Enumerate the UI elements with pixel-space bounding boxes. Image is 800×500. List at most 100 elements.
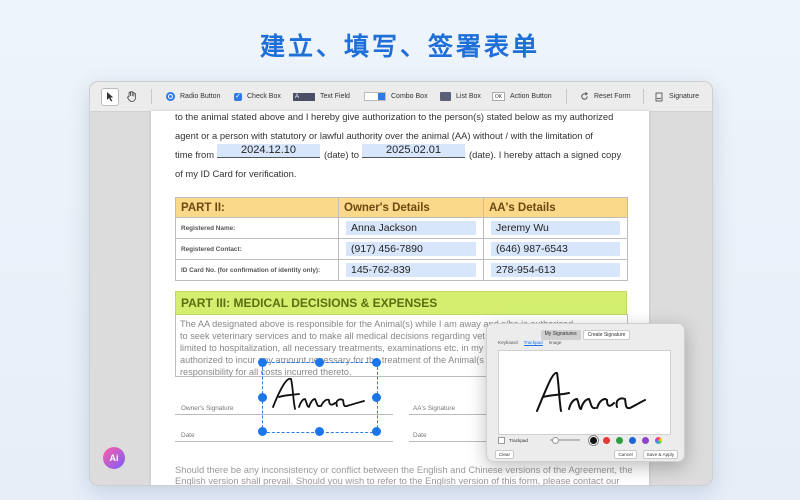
- doc-line: to the animal stated above and I hereby …: [175, 111, 614, 122]
- text-field-label: Text Field: [320, 93, 350, 100]
- row-label: Registered Contact:: [175, 238, 339, 260]
- owner-signature-label: Owner's Signature: [181, 405, 234, 412]
- resize-handle[interactable]: [258, 358, 267, 367]
- signature-options: Trackpad: [498, 434, 674, 446]
- list-box-tool[interactable]: List Box: [440, 82, 481, 111]
- date-from-field[interactable]: 2024.12.10: [217, 144, 320, 158]
- table-cell: Anna Jackson: [338, 217, 484, 239]
- reset-form-button[interactable]: Reset Form: [580, 82, 631, 111]
- stroke-width-slider[interactable]: [549, 437, 580, 444]
- radio-button-tool[interactable]: Radio Button: [166, 82, 220, 111]
- resize-handle[interactable]: [315, 427, 324, 436]
- date-line: [175, 441, 393, 442]
- text-field-tool[interactable]: A Text Field: [293, 82, 350, 111]
- placed-signature[interactable]: [269, 373, 369, 419]
- confirm-buttons: Cancel Save & Apply: [614, 450, 678, 459]
- mode-trackpad[interactable]: Trackpad: [523, 340, 543, 346]
- tab-create-signature[interactable]: Create Signature: [582, 330, 631, 340]
- ai-assistant-button[interactable]: Ai: [103, 447, 125, 469]
- aa-signature-label: AA's Signature: [413, 405, 456, 412]
- signature-canvas[interactable]: [498, 350, 671, 435]
- hand-icon: [127, 91, 136, 102]
- cancel-button[interactable]: Cancel: [614, 450, 637, 459]
- table-cell: 145-762-839: [338, 259, 484, 281]
- row-label: Registered Name:: [175, 217, 339, 239]
- resize-handle[interactable]: [372, 427, 381, 436]
- doc-line-mid: (date) to: [324, 149, 359, 160]
- color-picker-icon[interactable]: [654, 436, 662, 444]
- table-cell: (917) 456-7890: [338, 238, 484, 260]
- list-box-icon: [440, 92, 451, 101]
- resize-handle[interactable]: [258, 393, 267, 402]
- signature-panel-actions: Clear Cancel Save & Apply: [495, 450, 678, 459]
- mode-image[interactable]: Image: [549, 340, 562, 346]
- date-label: Date: [413, 432, 427, 439]
- table-cell: 278-954-613: [483, 259, 628, 281]
- pointer-icon: [106, 91, 113, 101]
- details-table: PART II: Owner's Details AA's Details Re…: [175, 197, 628, 281]
- drawn-signature: [536, 371, 646, 412]
- color-swatch-blue[interactable]: [628, 436, 636, 444]
- resize-handle[interactable]: [258, 427, 267, 436]
- combo-box-tool[interactable]: Combo Box: [364, 82, 428, 111]
- hand-tool-button[interactable]: [124, 89, 140, 105]
- signature-panel-tabs: My Signatures Create Signature: [487, 330, 684, 340]
- footer-line: English version shall prevail. Should yo…: [175, 475, 620, 485]
- table-header-row: PART II: Owner's Details AA's Details: [175, 197, 628, 218]
- table-header: Owner's Details: [338, 197, 484, 218]
- aa-contact-field[interactable]: (646) 987-6543: [491, 242, 620, 256]
- color-swatch-red[interactable]: [602, 436, 610, 444]
- owner-contact-field[interactable]: (917) 456-7890: [346, 242, 476, 256]
- text-field-icon: A: [293, 92, 315, 101]
- action-button-icon: OK: [492, 92, 505, 101]
- reset-form-label: Reset Form: [594, 93, 631, 100]
- trackpad-checkbox[interactable]: [498, 436, 505, 444]
- color-swatch-black[interactable]: [589, 436, 597, 444]
- owner-name-field[interactable]: Anna Jackson: [346, 221, 476, 235]
- doc-line: agent or a person with statutory or lawf…: [175, 130, 593, 141]
- part3-line: to seek veterinary services and to make …: [180, 331, 485, 341]
- table-cell: (646) 987-6543: [483, 238, 628, 260]
- action-button-tool[interactable]: OK Action Button: [492, 82, 552, 111]
- resize-handle[interactable]: [372, 393, 381, 402]
- table-row: Registered Contact: (917) 456-7890 (646)…: [175, 238, 628, 260]
- mode-keyboard[interactable]: Keyboard: [498, 340, 518, 346]
- clear-button[interactable]: Clear: [495, 450, 514, 459]
- table-header: AA's Details: [483, 197, 628, 218]
- part3-header: PART III: MEDICAL DECISIONS & EXPENSES: [175, 291, 627, 315]
- toolbar-divider: [643, 89, 644, 104]
- check-box-tool[interactable]: ✓ Check Box: [234, 82, 281, 111]
- list-box-label: List Box: [456, 93, 481, 100]
- date-to-field[interactable]: 2025.02.01: [362, 144, 465, 158]
- toolbar-divider: [566, 89, 567, 104]
- color-swatch-purple[interactable]: [641, 436, 649, 444]
- aa-id-field[interactable]: 278-954-613: [491, 263, 620, 277]
- tab-my-signatures[interactable]: My Signatures: [540, 330, 581, 340]
- signature-icon: [655, 92, 663, 101]
- date-label: Date: [181, 432, 195, 439]
- signature-tool-label: Signature: [669, 93, 699, 100]
- slider-thumb[interactable]: [551, 437, 559, 444]
- radio-button-icon: [166, 92, 175, 101]
- save-apply-button[interactable]: Save & Apply: [642, 450, 678, 459]
- aa-name-field[interactable]: Jeremy Wu: [491, 221, 620, 235]
- owner-id-field[interactable]: 145-762-839: [346, 263, 476, 277]
- toolbar: Radio Button ✓ Check Box A Text Field Co…: [90, 82, 712, 112]
- resize-handle[interactable]: [372, 358, 381, 367]
- reset-icon: [581, 92, 588, 100]
- signature-tool-button[interactable]: Signature: [655, 82, 699, 111]
- selection-tools: [101, 82, 140, 111]
- ai-icon: Ai: [109, 453, 119, 463]
- row-label: ID Card No. (for confirmation of identit…: [175, 259, 339, 281]
- color-swatch-green[interactable]: [615, 436, 623, 444]
- combo-box-icon: [364, 92, 386, 101]
- pointer-tool-button[interactable]: [101, 87, 119, 106]
- footer-line: Should there be any inconsistency or con…: [175, 464, 633, 475]
- doc-line: of my ID Card for verification.: [175, 168, 297, 179]
- color-swatches: [589, 436, 662, 444]
- signature-panel: My Signatures Create Signature Keyboard …: [486, 323, 685, 462]
- radio-button-label: Radio Button: [180, 93, 221, 100]
- table-row: ID Card No. (for confirmation of identit…: [175, 259, 628, 281]
- signature-input-modes: Keyboard Trackpad Image: [498, 340, 561, 346]
- resize-handle[interactable]: [315, 358, 324, 367]
